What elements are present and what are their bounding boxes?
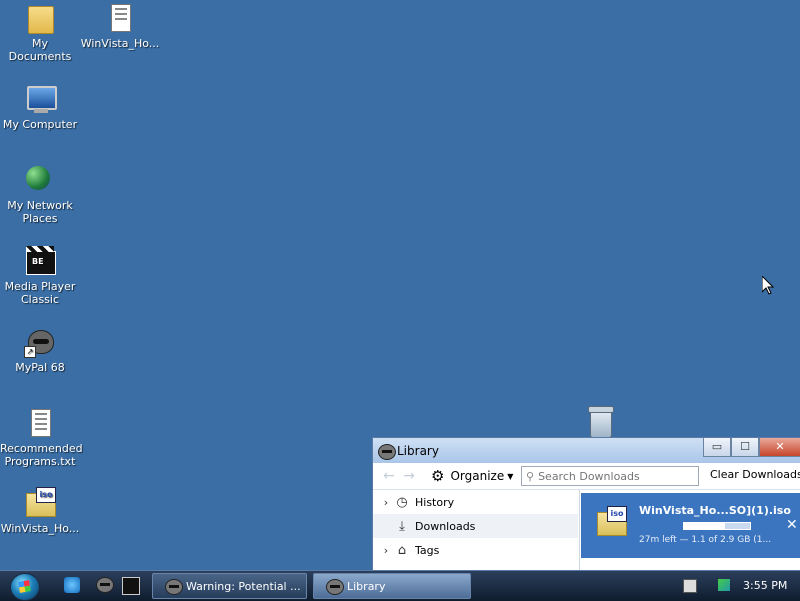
system-clock[interactable]: 3:55 PM [743, 579, 787, 592]
back-button[interactable]: ← [379, 468, 399, 484]
desktop-icon-label: WinVista_Ho... [80, 37, 160, 50]
desktop-icon-label: WinVista_Ho... [0, 522, 80, 535]
organize-button[interactable]: ⚙ Organize ▼ [431, 467, 513, 485]
recycle-bin-icon[interactable] [588, 406, 614, 438]
window-title: Library [397, 443, 439, 458]
desktop-icon-label: My Documents [8, 37, 72, 63]
search-input[interactable] [538, 469, 689, 483]
download-icon: ⤓ [399, 518, 405, 534]
desktop-icon-my-network-places[interactable]: My Network Places [0, 164, 80, 225]
desktop-icon-recommended-programs[interactable]: Recommended Programs.txt [0, 407, 83, 468]
organize-label: Organize [450, 469, 505, 483]
close-button[interactable]: ✕ [759, 438, 800, 457]
window-titlebar[interactable]: Library ▭ ☐ ✕ [373, 438, 800, 463]
raccoon-icon [326, 579, 344, 595]
desktop-icon-winvista-iso[interactable]: iso WinVista_Ho... [0, 487, 80, 535]
taskbar-button-library[interactable]: Library [313, 573, 471, 599]
download-progress-fill [684, 523, 725, 529]
desktop-icon-label: Media Player Classic [4, 280, 76, 306]
chevron-right-icon[interactable]: › [379, 496, 393, 509]
sidebar-item-label: Tags [415, 543, 440, 557]
desktop-icon-label: My Computer [2, 118, 78, 131]
raccoon-icon [165, 579, 183, 595]
taskbar-button-label: Library [347, 579, 386, 593]
iso-file-icon: iso [595, 506, 627, 538]
clear-downloads-button[interactable]: Clear Downloads [710, 468, 800, 481]
download-filename: WinVista_Ho...SO](1).iso [639, 504, 791, 517]
chevron-down-icon: ▼ [507, 471, 514, 481]
text-file-icon [24, 407, 56, 439]
library-sidebar: › ◷ History ⤓ Downloads › ⌂ Tags [373, 490, 578, 573]
desktop-icon-my-documents[interactable]: My Documents [0, 2, 80, 63]
keyboard-icon[interactable] [683, 579, 697, 593]
download-item[interactable]: iso WinVista_Ho...SO](1).iso 27m left — … [581, 493, 800, 558]
media-player-icon: BE [24, 245, 56, 277]
desktop-icon-label: Recommended Programs.txt [0, 442, 83, 468]
taskbar: Warning: Potential ... Library 3:55 PM [0, 570, 800, 601]
raccoon-icon: ↗ [24, 326, 56, 358]
forward-button[interactable]: → [399, 468, 419, 484]
download-status: 27m left — 1.1 of 2.9 GB (1... [639, 535, 772, 545]
sidebar-item-downloads[interactable]: ⤓ Downloads [373, 514, 578, 538]
minimize-button[interactable]: ▭ [703, 438, 731, 457]
desktop-icon-my-computer[interactable]: My Computer [0, 83, 80, 131]
chevron-right-icon[interactable]: › [379, 544, 393, 557]
iso-icon-text: iso [607, 506, 627, 522]
network-icon [24, 164, 56, 196]
desktop-icon-winvista-document[interactable]: WinVista_Ho... [80, 2, 160, 50]
sidebar-item-history[interactable]: › ◷ History [373, 490, 578, 514]
document-icon [104, 2, 136, 34]
cancel-download-button[interactable]: ✕ [786, 517, 798, 533]
library-toolbar: ← → ⚙ Organize ▼ ⚲ Clear Downloads [373, 463, 800, 490]
internet-explorer-icon[interactable] [64, 577, 80, 593]
raccoon-icon [378, 443, 396, 460]
maximize-button[interactable]: ☐ [731, 438, 759, 457]
download-progress-bar [683, 522, 751, 530]
library-window[interactable]: Library ▭ ☐ ✕ ← → ⚙ Organize ▼ ⚲ Clear D… [372, 437, 800, 574]
sidebar-item-label: Downloads [415, 519, 476, 533]
desktop-icon-media-player-classic[interactable]: BE Media Player Classic [0, 245, 80, 306]
gear-icon: ⚙ [431, 467, 445, 485]
pane-divider[interactable] [579, 490, 580, 573]
desktop-icon-label: My Network Places [7, 199, 73, 225]
sidebar-item-label: History [415, 495, 455, 509]
desktop-icon-label: MyPal 68 [15, 361, 65, 374]
tag-icon: ⌂ [397, 542, 407, 558]
computer-icon [24, 83, 57, 115]
desktop-icon-mypal[interactable]: ↗ MyPal 68 [0, 326, 80, 374]
search-icon: ⚲ [526, 469, 535, 483]
raccoon-icon[interactable] [96, 577, 114, 593]
taskbar-button-warning[interactable]: Warning: Potential ... [152, 573, 307, 599]
search-box[interactable]: ⚲ [521, 466, 699, 486]
clock-icon: ◷ [396, 494, 408, 510]
taskbar-button-label: Warning: Potential ... [186, 579, 301, 593]
media-player-icon[interactable] [122, 577, 140, 595]
network-status-icon[interactable] [718, 579, 730, 591]
sidebar-item-tags[interactable]: › ⌂ Tags [373, 538, 578, 562]
start-button[interactable] [10, 573, 40, 601]
folder-icon [24, 2, 56, 34]
iso-file-icon: iso [24, 487, 56, 519]
mouse-cursor-icon [761, 274, 775, 298]
